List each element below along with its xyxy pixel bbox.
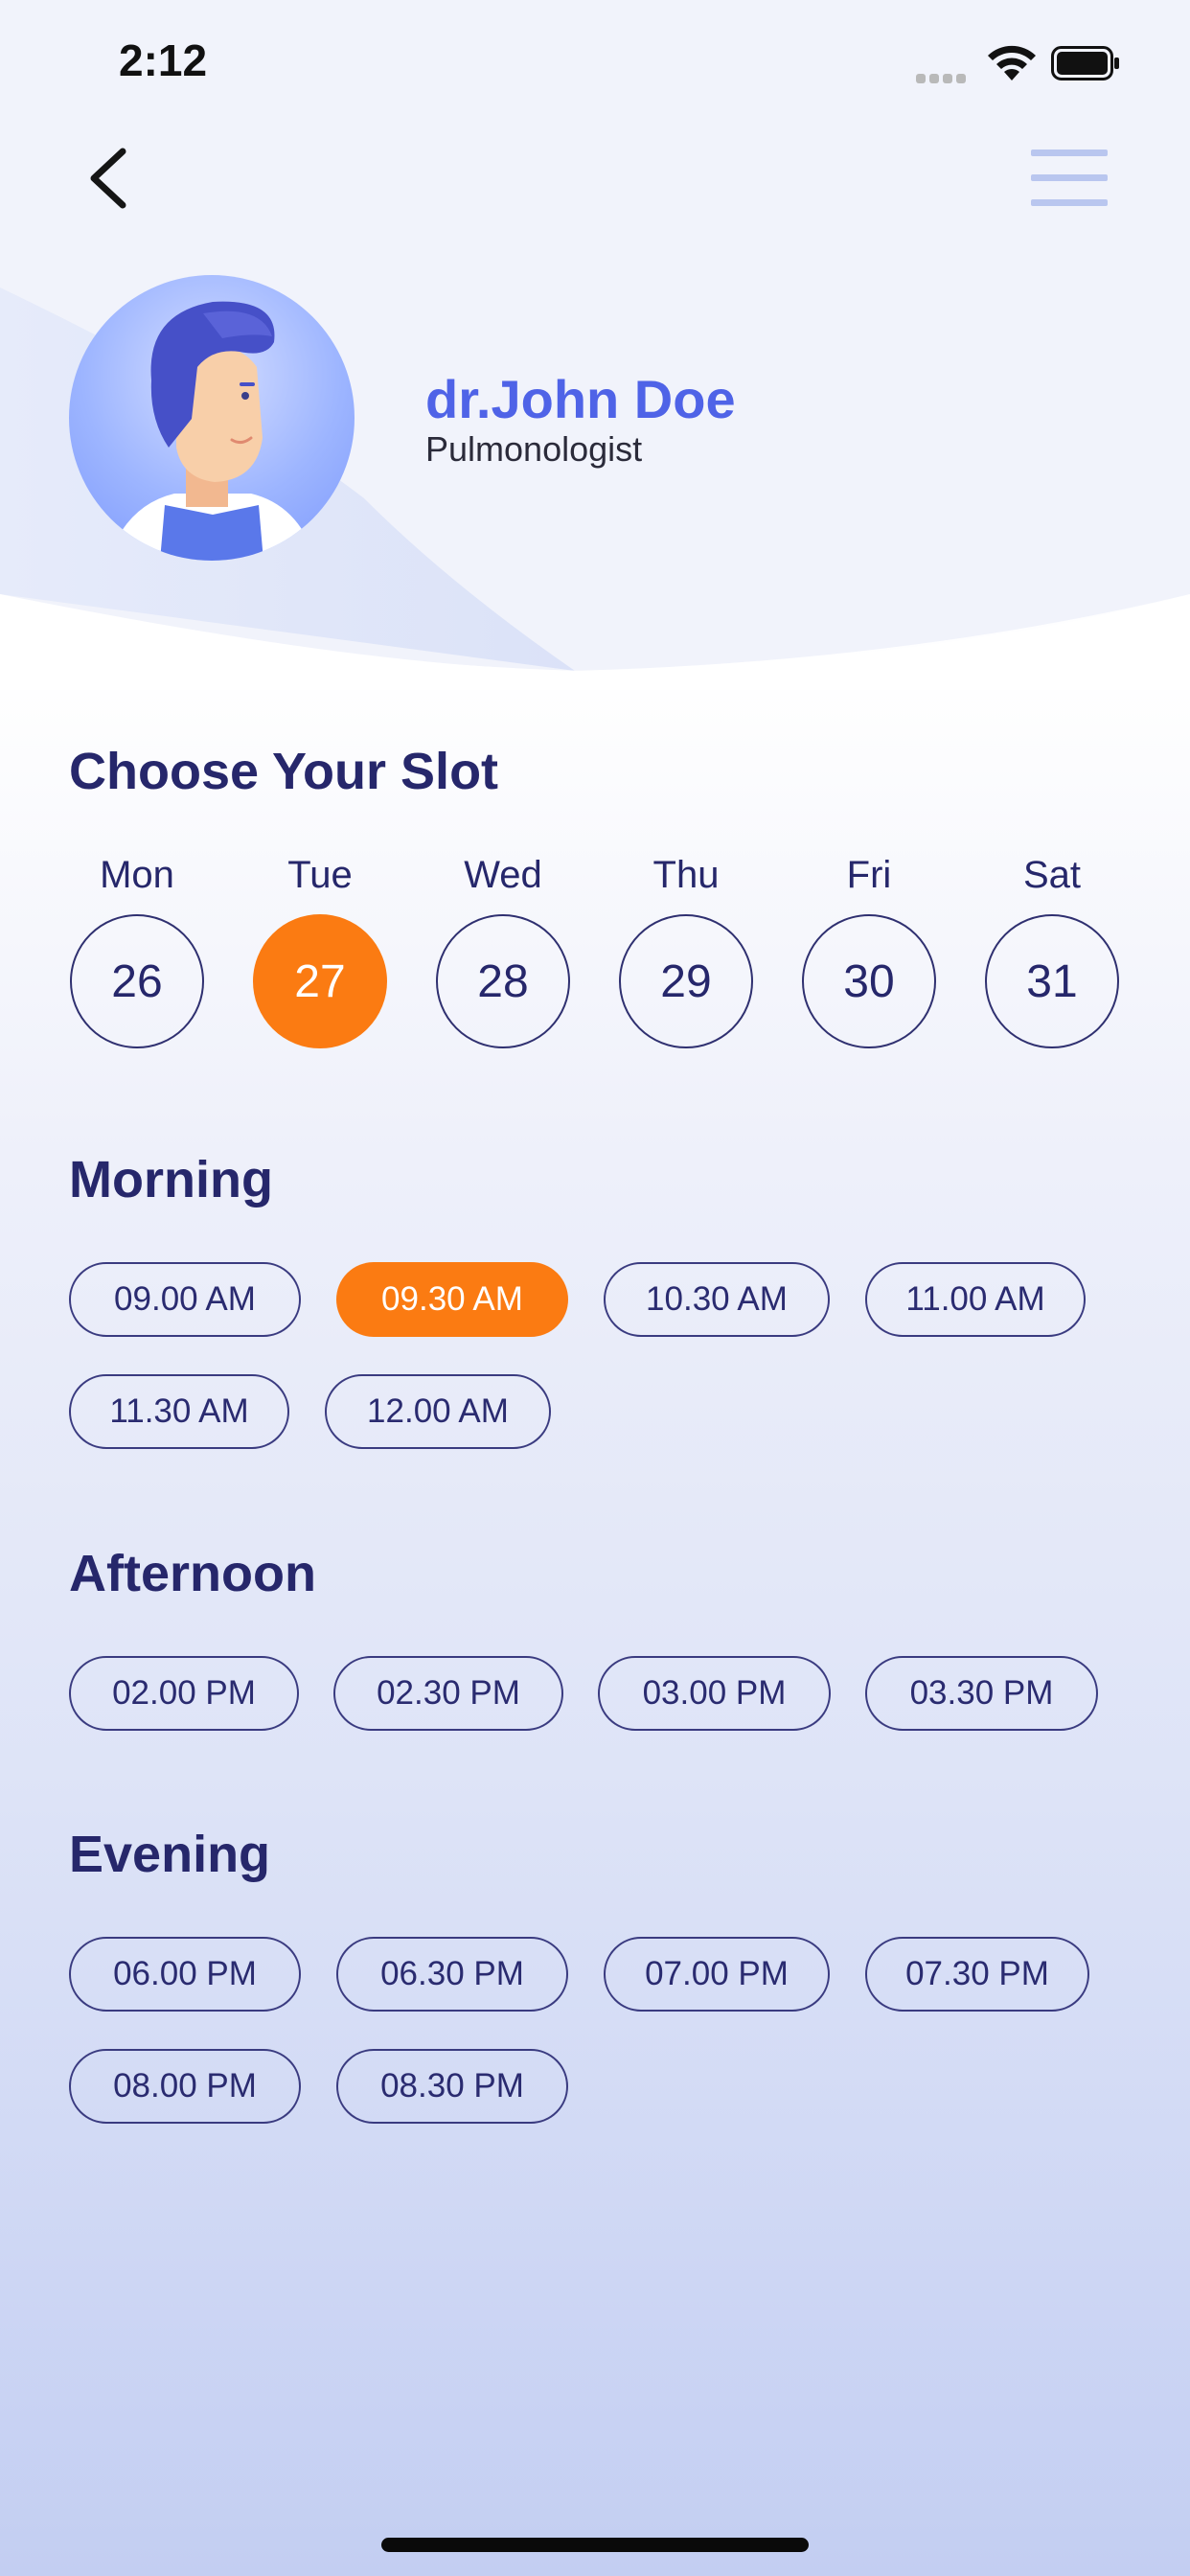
time-slot-chip[interactable]: 08.00 PM bbox=[69, 2049, 301, 2124]
time-slot-chip[interactable]: 10.30 AM bbox=[604, 1262, 830, 1337]
evening-title: Evening bbox=[69, 1826, 271, 1883]
doctor-avatar bbox=[69, 275, 355, 561]
day-label: Mon bbox=[100, 854, 174, 896]
status-bar: 2:12 bbox=[0, 0, 1190, 125]
doctor-name: dr.John Doe bbox=[425, 369, 736, 429]
time-slot-chip[interactable]: 07.00 PM bbox=[604, 1937, 830, 2012]
day-label: Sat bbox=[1022, 854, 1082, 896]
date-circle-selected[interactable]: 27 bbox=[253, 914, 387, 1048]
date-circle[interactable]: 28 bbox=[436, 914, 570, 1048]
date-circle[interactable]: 30 bbox=[802, 914, 936, 1048]
hamburger-menu-icon[interactable] bbox=[1027, 150, 1110, 207]
time-slot-chip[interactable]: 07.30 PM bbox=[865, 1937, 1089, 2012]
time-slot-chip[interactable]: 03.30 PM bbox=[865, 1656, 1098, 1731]
date-circle[interactable]: 29 bbox=[619, 914, 753, 1048]
time-slot-chip[interactable]: 12.00 AM bbox=[325, 1374, 551, 1449]
time-slot-chip[interactable]: 06.00 PM bbox=[69, 1937, 301, 2012]
day-fri[interactable]: Fri 30 bbox=[800, 847, 938, 1048]
cellular-signal-icon bbox=[916, 71, 970, 88]
time-slot-chip[interactable]: 06.30 PM bbox=[336, 1937, 568, 2012]
doctor-illustration bbox=[107, 301, 316, 561]
wifi-icon bbox=[988, 45, 1036, 80]
time-slot-chip[interactable]: 08.30 PM bbox=[336, 2049, 568, 2124]
day-mon[interactable]: Mon 26 bbox=[68, 847, 206, 1048]
day-label: Fri bbox=[846, 854, 892, 896]
time-slot-chip[interactable]: 02.00 PM bbox=[69, 1656, 299, 1731]
day-label: Wed bbox=[464, 854, 542, 896]
home-indicator bbox=[381, 2538, 809, 2552]
time-slot-chip[interactable]: 11.30 AM bbox=[69, 1374, 289, 1449]
time-slot-chip[interactable]: 09.00 AM bbox=[69, 1262, 301, 1337]
status-time: 2:12 bbox=[119, 35, 208, 85]
time-slot-chip-selected[interactable]: 09.30 AM bbox=[336, 1262, 568, 1337]
day-tue[interactable]: Tue 27 bbox=[251, 847, 389, 1048]
afternoon-title: Afternoon bbox=[69, 1545, 316, 1602]
choose-slot-title: Choose Your Slot bbox=[69, 743, 499, 800]
doctor-specialty: Pulmonologist bbox=[425, 429, 643, 469]
day-thu[interactable]: Thu 29 bbox=[617, 847, 755, 1048]
time-slot-chip[interactable]: 11.00 AM bbox=[865, 1262, 1086, 1337]
back-chevron-icon[interactable] bbox=[80, 144, 138, 213]
date-circle[interactable]: 31 bbox=[985, 914, 1119, 1048]
day-wed[interactable]: Wed 28 bbox=[434, 847, 572, 1048]
time-slot-chip[interactable]: 03.00 PM bbox=[598, 1656, 831, 1731]
date-circle[interactable]: 26 bbox=[70, 914, 204, 1048]
day-label: Tue bbox=[287, 854, 353, 896]
time-slot-chip[interactable]: 02.30 PM bbox=[333, 1656, 563, 1731]
day-label: Thu bbox=[652, 854, 720, 896]
battery-icon bbox=[1051, 46, 1119, 80]
day-sat[interactable]: Sat 31 bbox=[983, 847, 1121, 1048]
morning-title: Morning bbox=[69, 1151, 273, 1208]
